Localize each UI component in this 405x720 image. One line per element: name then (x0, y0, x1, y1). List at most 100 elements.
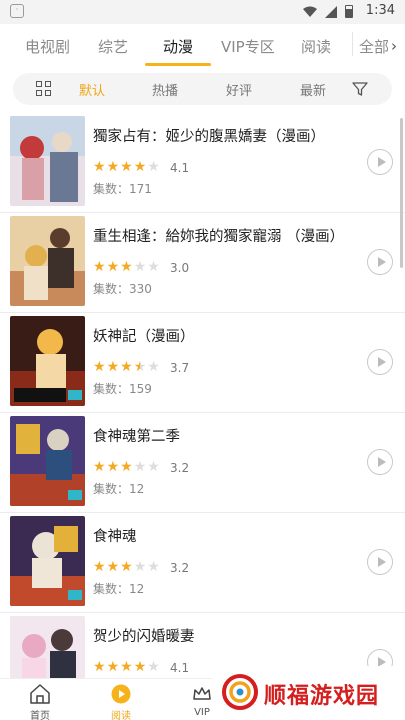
list-item[interactable]: 食神魂第二季 ★ ★ ★ ★ ★ 3.2 集数：12 (0, 413, 405, 513)
star-icon: ★ (106, 459, 120, 475)
cover-image (10, 216, 85, 306)
chevron-right-icon[interactable]: › (391, 37, 397, 55)
star-icon: ★ (147, 159, 160, 175)
sort-hot[interactable]: 热播 (152, 80, 178, 99)
notification-icon: · (10, 4, 24, 18)
signal-icon (325, 5, 337, 18)
star-icon: ★ (133, 259, 147, 275)
list-item[interactable]: 妖神記（漫画） ★ ★ ★ ★ ★ 3.7 集数：159 (0, 313, 405, 413)
item-title: 食神魂第二季 (93, 429, 180, 445)
list-item[interactable]: 食神魂 ★ ★ ★ ★ ★ 3.2 集数：12 (0, 513, 405, 613)
rating-stars: ★ ★ ★ ★ ★ (93, 360, 161, 374)
star-icon: ★ (120, 359, 133, 375)
item-title: 食神魂 (93, 529, 137, 545)
star-icon: ★ (93, 259, 106, 275)
filter-icon[interactable] (352, 81, 368, 97)
star-icon: ★ (120, 659, 133, 675)
grid-view-icon[interactable] (36, 81, 52, 97)
tab-vip[interactable]: VIP专区 (221, 36, 275, 57)
scrollbar[interactable] (400, 118, 403, 268)
star-icon: ★ (147, 359, 160, 375)
active-tab-indicator (145, 63, 211, 66)
cover-image (10, 316, 85, 406)
item-score: 3.7 (170, 361, 190, 375)
clock: 1:34 (365, 3, 395, 18)
item-title: 重生相逢：給妳我的獨家寵溺 （漫画） (93, 229, 345, 245)
rating-stars: ★ ★ ★ ★ ★ (93, 260, 161, 274)
play-button[interactable] (367, 249, 393, 275)
item-score: 3.2 (170, 461, 190, 475)
nav-reading[interactable]: 阅读 (91, 681, 151, 720)
sort-rating[interactable]: 好评 (226, 80, 252, 99)
rating-stars: ★ ★ ★ ★ ★ (93, 160, 161, 174)
battery-icon (345, 5, 353, 18)
star-icon: ★ (93, 559, 106, 575)
item-episodes: 集数：12 (93, 582, 145, 596)
home-icon (30, 684, 50, 704)
list-item[interactable]: 重生相逢：給妳我的獨家寵溺 （漫画） ★ ★ ★ ★ ★ 3.0 集数：330 (0, 213, 405, 313)
star-icon: ★ (147, 259, 160, 275)
watermark: 顺福游戏园 (212, 666, 405, 720)
watermark-logo-icon (222, 674, 258, 710)
rating-stars: ★ ★ ★ ★ ★ (93, 660, 161, 674)
star-icon: ★ (106, 559, 120, 575)
star-icon: ★ (93, 659, 106, 675)
wifi-icon (303, 6, 317, 17)
star-icon: ★ (133, 459, 147, 475)
status-bar: · 1:34 (0, 0, 405, 24)
nav-reading-label: 阅读 (111, 711, 131, 720)
star-icon: ★ (93, 159, 106, 175)
sort-default[interactable]: 默认 (79, 80, 105, 99)
cover-image (10, 116, 85, 206)
crown-icon (193, 687, 211, 700)
star-icon: ★ (106, 659, 120, 675)
tab-reading[interactable]: 阅读 (301, 36, 331, 57)
star-icon: ★ (133, 359, 147, 375)
star-icon: ★ (147, 559, 160, 575)
item-score: 3.0 (170, 261, 190, 275)
tab-variety[interactable]: 综艺 (98, 36, 128, 57)
star-icon: ★ (120, 559, 133, 575)
tab-tv-series[interactable]: 电视剧 (25, 36, 70, 57)
sort-newest[interactable]: 最新 (300, 80, 326, 99)
play-button[interactable] (367, 349, 393, 375)
play-button[interactable] (367, 449, 393, 475)
star-icon: ★ (120, 259, 133, 275)
item-episodes: 集数：330 (93, 282, 152, 296)
play-button[interactable] (367, 549, 393, 575)
cover-image (10, 516, 85, 606)
cover-image (10, 416, 85, 506)
star-icon: ★ (120, 459, 133, 475)
tab-anime[interactable]: 动漫 (163, 36, 193, 57)
item-score: 3.2 (170, 561, 190, 575)
item-score: 4.1 (170, 661, 190, 675)
star-icon: ★ (133, 659, 147, 675)
all-categories-button[interactable]: 全部 (359, 36, 389, 57)
item-title: 獨家占有：姬少的腹黑嬌妻（漫画） (93, 129, 325, 145)
play-circle-icon (111, 684, 131, 704)
status-icons (303, 5, 353, 18)
star-icon: ★ (106, 159, 120, 175)
nav-home[interactable]: 首页 (10, 681, 70, 720)
item-title: 贺少的闪婚暖妻 (93, 629, 195, 645)
item-title: 妖神記（漫画） (93, 329, 195, 345)
play-button[interactable] (367, 149, 393, 175)
star-icon: ★ (147, 459, 160, 475)
star-icon: ★ (93, 459, 106, 475)
item-episodes: 集数：12 (93, 482, 145, 496)
star-icon: ★ (93, 359, 106, 375)
item-score: 4.1 (170, 161, 190, 175)
item-episodes: 集数：171 (93, 182, 152, 196)
rating-stars: ★ ★ ★ ★ ★ (93, 560, 161, 574)
list-item[interactable]: 獨家占有：姬少的腹黑嬌妻（漫画） ★ ★ ★ ★ ★ 4.1 集数：171 (0, 113, 405, 213)
star-icon: ★ (133, 559, 147, 575)
star-icon: ★ (106, 359, 120, 375)
nav-home-label: 首页 (30, 711, 50, 720)
star-icon: ★ (133, 159, 147, 175)
category-tabs: 电视剧 综艺 动漫 VIP专区 阅读 全部 › (0, 24, 405, 66)
tabs-divider (352, 32, 353, 56)
item-episodes: 集数：159 (93, 382, 152, 396)
star-icon: ★ (106, 259, 120, 275)
rating-stars: ★ ★ ★ ★ ★ (93, 460, 161, 474)
watermark-text: 顺福游戏园 (264, 684, 380, 709)
